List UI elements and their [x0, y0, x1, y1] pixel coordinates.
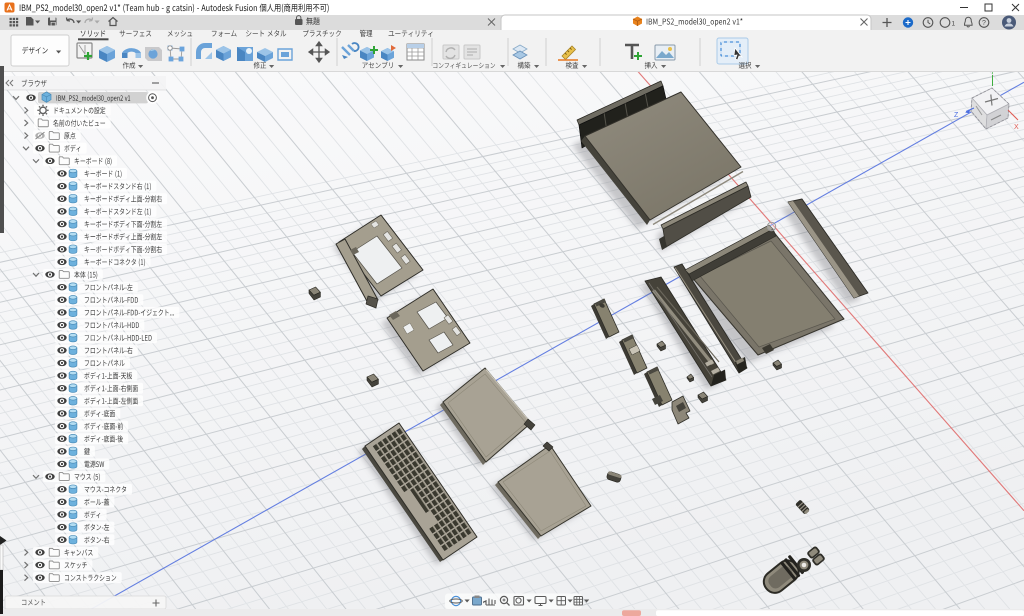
svg-text:?: ?: [982, 20, 986, 27]
svg-text:1: 1: [952, 20, 956, 27]
